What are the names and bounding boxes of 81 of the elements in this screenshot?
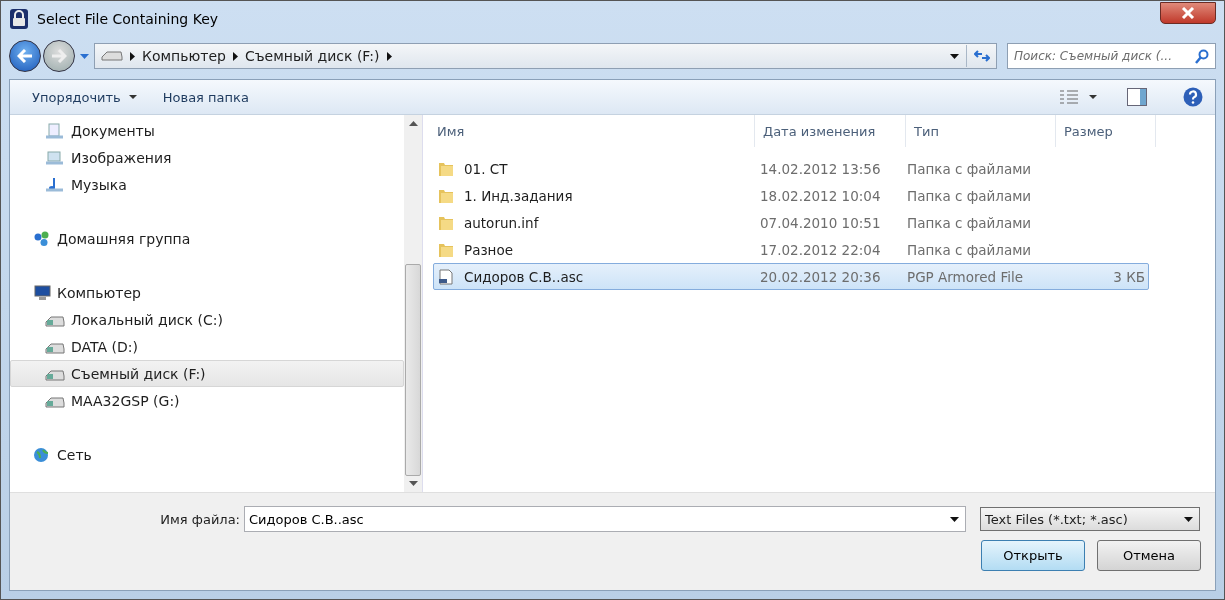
scrollbar-thumb[interactable] bbox=[405, 264, 421, 476]
column-header[interactable]: Тип bbox=[906, 115, 1056, 147]
sidebar-item[interactable]: Сеть bbox=[10, 441, 404, 468]
caret-icon bbox=[128, 95, 137, 99]
filename-field[interactable]: Сидоров С.В..asc bbox=[244, 506, 966, 532]
file-name: autorun.inf bbox=[464, 214, 539, 231]
filename-label: Имя файла: bbox=[159, 511, 240, 527]
column-header[interactable]: Размер bbox=[1056, 115, 1156, 147]
new-folder-button[interactable]: Новая папка bbox=[154, 85, 257, 109]
column-header[interactable]: Имя bbox=[423, 115, 755, 147]
address-bar[interactable]: Компьютер Съемный диск (F:) bbox=[94, 43, 997, 69]
file-icon bbox=[438, 268, 454, 285]
back-button[interactable] bbox=[9, 40, 41, 72]
globe-icon bbox=[33, 446, 51, 463]
date-cell-text: 20.02.2012 20:36 bbox=[759, 268, 882, 285]
people-icon bbox=[33, 230, 51, 247]
folder-icon bbox=[438, 160, 454, 177]
chevron-right-icon[interactable] bbox=[130, 51, 135, 61]
cancel-button[interactable]: Отмена bbox=[1097, 540, 1201, 571]
search-icon bbox=[1195, 48, 1209, 64]
file-row[interactable]: 01. СТ 14.02.2012 13:56 Папка с файлами bbox=[433, 155, 1149, 182]
help-icon[interactable] bbox=[1183, 87, 1203, 107]
file-name: Сидоров С.В..asc bbox=[464, 268, 584, 285]
sidebar-item[interactable]: Домашняя группа bbox=[10, 225, 404, 252]
folder-icon bbox=[438, 241, 454, 258]
type-cell-text: PGP Armored File bbox=[906, 268, 1024, 285]
size-cell: 3 КБ bbox=[1113, 268, 1145, 285]
file-name: 1. Инд.задания bbox=[464, 187, 573, 204]
monitor-icon bbox=[33, 284, 51, 301]
scroll-up-icon[interactable] bbox=[408, 121, 418, 126]
file-row[interactable]: autorun.inf 07.04.2010 10:51 Папка с файлами bbox=[433, 209, 1149, 236]
scroll-down-icon[interactable] bbox=[408, 481, 418, 486]
type-cell-text: Папка с файлами bbox=[906, 241, 1033, 258]
sidebar-item[interactable]: Локальный диск (C:) bbox=[10, 306, 404, 333]
dropdown-arrow-icon[interactable] bbox=[950, 517, 959, 522]
type-cell-text: Папка с файлами bbox=[906, 187, 1033, 204]
arrow-left-icon bbox=[17, 49, 33, 63]
sidebar-item[interactable]: Компьютер bbox=[10, 279, 404, 306]
type-cell-text: Папка с файлами bbox=[906, 160, 1033, 177]
caret-icon[interactable] bbox=[1089, 95, 1097, 99]
close-icon bbox=[1181, 7, 1195, 19]
preview-pane-icon[interactable] bbox=[1127, 88, 1147, 106]
forward-button[interactable] bbox=[43, 40, 75, 72]
folder-icon bbox=[438, 187, 454, 204]
window-title: Select File Containing Key bbox=[37, 11, 219, 27]
music-note-icon bbox=[45, 176, 65, 193]
dropdown-arrow-icon[interactable] bbox=[950, 53, 959, 59]
breadcrumb-item[interactable]: Съемный диск (F:) bbox=[244, 48, 380, 64]
close-button[interactable] bbox=[1160, 2, 1216, 24]
sidebar-item[interactable]: Изображения bbox=[10, 144, 404, 171]
sidebar-item[interactable]: Съемный диск (F:) bbox=[10, 360, 404, 387]
column-header[interactable]: Дата изменения bbox=[755, 115, 906, 147]
arrow-right-icon bbox=[51, 49, 67, 63]
file-row[interactable]: 1. Инд.задания 18.02.2012 10:04 Папка с файлами bbox=[433, 182, 1149, 209]
sidebar-item[interactable]: Музыка bbox=[10, 171, 404, 198]
sidebar-item[interactable]: Документы bbox=[10, 117, 404, 144]
date-cell-text: 14.02.2012 13:56 bbox=[759, 160, 882, 177]
padlock-icon bbox=[9, 8, 29, 30]
chevron-right-icon[interactable] bbox=[232, 51, 238, 61]
sidebar-item[interactable]: MAA32GSP (G:) bbox=[10, 387, 404, 414]
scrollbar[interactable] bbox=[404, 115, 422, 492]
history-dropdown-icon[interactable] bbox=[80, 53, 89, 59]
organize-button[interactable]: Упорядочить bbox=[24, 85, 145, 109]
breadcrumb-item[interactable]: Компьютер bbox=[142, 48, 226, 64]
dropdown-arrow-icon bbox=[1184, 516, 1193, 522]
date-cell-text: 07.04.2010 10:51 bbox=[759, 214, 882, 231]
drive-icon bbox=[101, 51, 123, 61]
chevron-right-icon[interactable] bbox=[386, 51, 392, 61]
type-cell-text: Папка с файлами bbox=[906, 214, 1033, 231]
open-button[interactable]: Открыть bbox=[981, 540, 1085, 571]
file-name: Разное bbox=[464, 241, 513, 258]
date-cell-text: 18.02.2012 10:04 bbox=[759, 187, 882, 204]
search-field[interactable]: Поиск: Съемный диск (... bbox=[1007, 43, 1216, 69]
folder-icon bbox=[438, 214, 454, 231]
date-cell-text: 17.02.2012 22:04 bbox=[759, 241, 882, 258]
file-row[interactable]: Сидоров С.В..asc 20.02.2012 20:36 PGP Armored File 3 КБ bbox=[433, 263, 1149, 290]
file-name: 01. СТ bbox=[464, 160, 508, 177]
sidebar-item[interactable]: DATA (D:) bbox=[10, 333, 404, 360]
refresh-icon[interactable] bbox=[974, 49, 990, 63]
file-type-dropdown[interactable]: Text Files (*.txt; *.asc) bbox=[980, 507, 1200, 531]
file-row[interactable]: Разное 17.02.2012 22:04 Папка с файлами bbox=[433, 236, 1149, 263]
